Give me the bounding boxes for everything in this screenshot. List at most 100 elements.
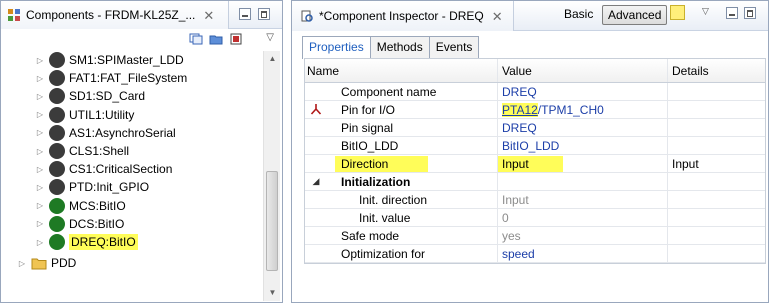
tree-item-label: PTD:Init_GPIO	[69, 180, 150, 195]
component-icon	[49, 215, 65, 232]
pin-value-rest: /TPM1_CH0	[537, 102, 604, 117]
property-value[interactable]: DREQ	[497, 83, 667, 100]
column-header-name[interactable]: Name	[305, 64, 497, 78]
tree-item-label: UTIL1:Utility	[69, 107, 135, 122]
components-view-title: Components - FRDM-KL25Z_...	[26, 8, 196, 22]
tree-item[interactable]: ▷ UTIL1:Utility	[1, 106, 263, 124]
table-row[interactable]: Init. value 0	[305, 209, 765, 227]
tree-folder-pdd[interactable]: ▷ PDD	[1, 254, 263, 272]
component-icon	[49, 197, 65, 214]
component-icon	[49, 143, 65, 159]
table-row[interactable]: Init. direction Input	[305, 191, 765, 209]
expand-arrow-icon[interactable]: ▷	[35, 92, 45, 101]
properties-table: Name Value Details Component name DREQ P…	[304, 58, 766, 264]
expand-triangle-icon[interactable]: ◢	[305, 176, 327, 187]
component-icon	[49, 106, 65, 123]
basic-mode-button[interactable]: Basic	[564, 7, 593, 21]
advanced-mode-button[interactable]: Advanced	[602, 5, 668, 25]
component-icon	[49, 124, 65, 141]
view-menu-chevron-icon[interactable]: ▽	[702, 6, 709, 17]
minimize-button[interactable]	[239, 8, 251, 20]
tree-item-label: FAT1:FAT_FileSystem	[69, 71, 188, 86]
property-value[interactable]: Input	[497, 191, 667, 208]
property-name: Optimization for	[341, 246, 426, 261]
expand-arrow-icon[interactable]: ▷	[35, 110, 45, 119]
folder-icon[interactable]	[209, 33, 223, 45]
pin-error-icon	[310, 103, 322, 115]
maximize-button[interactable]	[258, 8, 270, 20]
components-view-tab[interactable]: Components - FRDM-KL25Z_... ✕	[1, 1, 229, 29]
table-row[interactable]: BitIO_LDD BitIO_LDD	[305, 137, 765, 155]
property-details	[667, 137, 765, 154]
tree-item[interactable]: ▷ SM1:SPIMaster_LDD	[1, 51, 263, 69]
inspector-view-title: *Component Inspector - DREQ	[319, 9, 484, 23]
tree-item[interactable]: ▷ SD1:SD_Card	[1, 87, 263, 105]
expand-arrow-icon[interactable]: ▷	[35, 128, 45, 137]
expand-arrow-icon[interactable]: ▷	[35, 219, 45, 228]
components-icon	[8, 9, 20, 21]
tab-events[interactable]: Events	[428, 36, 480, 58]
table-row[interactable]: ◢ Initialization	[305, 173, 765, 191]
view-menu-chevron-icon[interactable]: ▽	[266, 32, 274, 43]
column-header-details[interactable]: Details	[667, 59, 765, 82]
tree-folder-label: PDD	[51, 256, 77, 271]
note-icon[interactable]	[670, 5, 685, 20]
tree-item[interactable]: ▷ AS1:AsynchroSerial	[1, 124, 263, 142]
tree-item-label: SD1:SD_Card	[69, 89, 146, 104]
table-row[interactable]: Component name DREQ	[305, 83, 765, 101]
maximize-button[interactable]	[744, 7, 756, 19]
property-value[interactable]: BitIO_LDD	[497, 137, 667, 154]
column-header-value[interactable]: Value	[497, 59, 667, 82]
components-tabbar: Components - FRDM-KL25Z_... ✕	[1, 1, 282, 29]
tab-properties[interactable]: Properties	[302, 36, 371, 59]
expand-arrow-icon[interactable]: ▷	[35, 201, 45, 210]
scroll-up-arrow-icon[interactable]: ▲	[264, 51, 281, 67]
property-value[interactable]: DREQ	[497, 119, 667, 136]
minimize-button[interactable]	[726, 7, 738, 19]
tree-item[interactable]: ▷ DREQ:BitIO	[1, 233, 263, 251]
pin-value-highlight[interactable]: PTA12	[502, 102, 538, 117]
tab-methods[interactable]: Methods	[369, 36, 430, 58]
tree-item[interactable]: ▷ DCS:BitIO	[1, 215, 263, 233]
property-name: Init. value	[359, 210, 411, 225]
component-icon	[49, 234, 65, 250]
expand-arrow-icon[interactable]: ▷	[17, 259, 27, 268]
tree-item-label: DREQ:BitIO	[69, 234, 138, 250]
component-icon	[49, 52, 65, 68]
property-value[interactable]: yes	[497, 227, 667, 244]
table-header: Name Value Details	[305, 59, 765, 83]
tree-vertical-scrollbar[interactable]: ▲ ▼	[263, 51, 280, 301]
component-library-icon[interactable]	[229, 33, 243, 45]
expand-arrow-icon[interactable]: ▷	[35, 74, 45, 83]
tree-item-label: DCS:BitIO	[69, 216, 125, 231]
table-row[interactable]: Pin signal DREQ	[305, 119, 765, 137]
property-name: Init. direction	[359, 192, 428, 207]
expand-arrow-icon[interactable]: ▷	[35, 183, 45, 192]
table-row[interactable]: Optimization for speed	[305, 245, 765, 263]
expand-arrow-icon[interactable]: ▷	[35, 56, 45, 65]
tree-item[interactable]: ▷ FAT1:FAT_FileSystem	[1, 69, 263, 87]
table-row[interactable]: Safe mode yes	[305, 227, 765, 245]
property-value[interactable]: speed	[497, 245, 667, 262]
tree-item[interactable]: ▷ CS1:CriticalSection	[1, 160, 263, 178]
tree-item-label: CLS1:Shell	[69, 144, 130, 158]
expand-arrow-icon[interactable]: ▷	[35, 147, 45, 156]
property-value[interactable]: 0	[497, 209, 667, 226]
close-icon[interactable]: ✕	[203, 9, 214, 22]
tree-item[interactable]: ▷ PTD:Init_GPIO	[1, 178, 263, 196]
property-details	[667, 173, 765, 190]
expand-arrow-icon[interactable]: ▷	[35, 165, 45, 174]
table-row[interactable]: Pin for I/O PTA12/TPM1_CH0	[305, 101, 765, 119]
tree-item[interactable]: ▷ CLS1:Shell	[1, 142, 263, 160]
tree-item[interactable]: ▷ MCS:BitIO	[1, 197, 263, 215]
property-value[interactable]: Input	[498, 155, 563, 172]
table-row[interactable]: Direction Input Input	[305, 155, 765, 173]
property-value[interactable]: PTA12/TPM1_CH0	[497, 101, 667, 118]
collapse-all-icon[interactable]	[189, 33, 203, 45]
close-icon[interactable]: ✕	[492, 10, 503, 23]
property-name: Safe mode	[341, 228, 400, 243]
inspector-view-tab[interactable]: *Component Inspector - DREQ ✕	[292, 1, 514, 31]
scroll-down-arrow-icon[interactable]: ▼	[264, 285, 281, 301]
expand-arrow-icon[interactable]: ▷	[35, 238, 45, 247]
scrollbar-thumb[interactable]	[266, 171, 278, 271]
